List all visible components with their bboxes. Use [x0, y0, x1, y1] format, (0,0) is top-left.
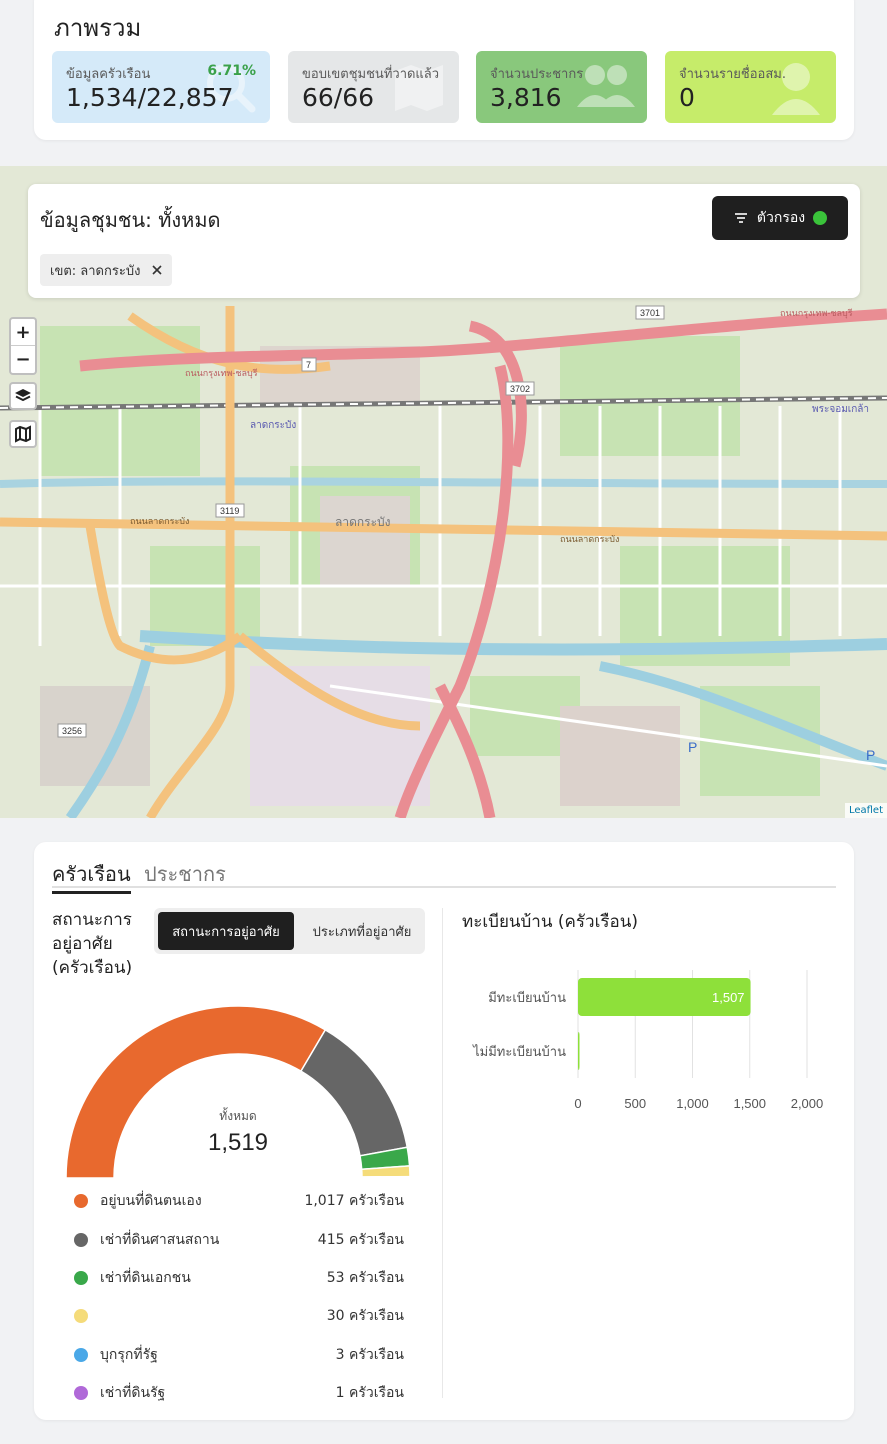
stat-percent: 6.71%	[207, 63, 256, 79]
map-label-station: ลาดกระบัง	[250, 420, 296, 431]
legend-dot	[74, 1347, 88, 1362]
map-ref-7: 7	[306, 360, 311, 370]
x-tick-label: 2,000	[791, 1096, 824, 1111]
close-icon[interactable]	[152, 265, 163, 275]
stat-label: ขอบเขตชุมชนที่วาดแล้ว	[302, 67, 440, 82]
map-ref-3119: 3119	[220, 506, 239, 516]
parking-marker: P	[688, 739, 697, 755]
zoom-in-button[interactable]: +	[11, 319, 35, 346]
map-style-button[interactable]	[9, 420, 37, 448]
legend-value: 53 ครัวเรือน	[326, 1269, 404, 1286]
parking-marker: P	[866, 747, 875, 763]
map-label-district: ลาดกระบัง	[335, 515, 391, 529]
households-card: ครัวเรือน ประชากร สถานะการอยู่อาศัย (ครั…	[34, 842, 854, 1420]
overview-card: ภาพรวม ข้อมูลครัวเรือน 6.71% 1,534/22,85…	[34, 0, 854, 140]
gauge-segment-0[interactable]	[65, 1005, 327, 1179]
legend-item[interactable]: เช่าที่ดินรัฐ 1 ครัวเรือน	[74, 1374, 404, 1412]
legend-label: เช่าที่ดินเอกชน	[100, 1269, 191, 1286]
house-registration-bar-chart: 0 500 1,000 1,500 2,000 มีทะเบียนบ้าน 1,507 ไม่…	[472, 970, 824, 1111]
tab-bar: ครัวเรือน ประชากร	[52, 858, 836, 894]
legend-item[interactable]: อยู่บนที่ดินตนเอง 1,017 ครัวเรือน	[74, 1182, 404, 1220]
community-info-panel: ข้อมูลชุมชน: ทั้งหมด ตัวกรอง เขต: ลาดกระ…	[28, 184, 860, 298]
users-icon	[577, 65, 635, 107]
stat-value: 0	[679, 83, 695, 112]
segment-residence-status[interactable]: สถานะการอยู่อาศัย	[158, 912, 294, 950]
residence-legend: อยู่บนที่ดินตนเอง 1,017 ครัวเรือนเช่าที่ด…	[74, 1182, 404, 1412]
residence-segmented-control: สถานะการอยู่อาศัย ประเภทที่อยู่อาศัย	[154, 908, 425, 954]
layers-icon	[15, 389, 31, 402]
map-label-motorway-right: ถนนกรุงเทพ-ชลบุรี	[780, 308, 853, 319]
filter-button-label: ตัวกรอง	[756, 210, 806, 226]
gauge-total-value: 1,519	[208, 1129, 268, 1156]
legend-item[interactable]: 30 ครัวเรือน	[74, 1297, 404, 1335]
zoom-out-button[interactable]: −	[11, 346, 35, 373]
community-title: ข้อมูลชุมชน: ทั้งหมด	[40, 208, 221, 232]
legend-dot	[74, 1309, 88, 1324]
legend-label: เช่าที่ดินรัฐ	[100, 1385, 166, 1402]
stat-label: จำนวนรายชื่ออสม.	[679, 67, 786, 82]
legend-label: เช่าที่ดินศาสนสถาน	[100, 1231, 220, 1248]
house-registration-title: ทะเบียนบ้าน (ครัวเรือน)	[462, 912, 638, 932]
stat-community-boundaries[interactable]: ขอบเขตชุมชนที่วาดแล้ว 66/66	[288, 51, 459, 123]
legend-dot	[74, 1386, 88, 1401]
residence-gauge-chart: ทั้งหมด 1,519	[65, 1005, 411, 1179]
legend-dot	[74, 1232, 88, 1247]
stat-value: 66/66	[302, 83, 375, 112]
tab-population[interactable]: ประชากร	[144, 858, 226, 890]
stat-label: ข้อมูลครัวเรือน	[66, 67, 151, 82]
map-label-station-right: พระจอมเกล้า	[812, 403, 869, 415]
tab-households[interactable]: ครัวเรือน	[52, 858, 131, 894]
legend-item[interactable]: เช่าที่ดินเอกชน 53 ครัวเรือน	[74, 1259, 404, 1297]
map-ref-3256: 3256	[62, 726, 82, 736]
overview-title: ภาพรวม	[54, 14, 142, 42]
legend-dot	[74, 1270, 88, 1285]
map-label-lat-krabang-road-right: ถนนลาดกระบัง	[560, 534, 619, 544]
legend-value: 30 ครัวเรือน	[326, 1308, 404, 1325]
bar-value-label: 1,507	[712, 990, 745, 1005]
stat-value: 3,816	[490, 83, 562, 112]
legend-label: บุกรุกที่รัฐ	[100, 1346, 158, 1363]
filter-active-indicator	[813, 211, 828, 225]
gauge-total-label: ทั้งหมด	[219, 1107, 256, 1123]
column-divider	[442, 908, 443, 1398]
chip-label: เขต: ลาดกระบัง	[50, 263, 141, 279]
legend-dot	[74, 1194, 88, 1209]
filter-icon	[734, 213, 747, 223]
stat-label: จำนวนประชากร	[490, 67, 584, 82]
map-label-lat-krabang-road: ถนนลาดกระบัง	[130, 516, 189, 526]
y-category-label: มีทะเบียนบ้าน	[488, 990, 566, 1005]
legend-label: อยู่บนที่ดินตนเอง	[100, 1193, 202, 1210]
x-tick-label: 1,000	[676, 1096, 709, 1111]
zoom-control[interactable]: + −	[9, 317, 37, 375]
stat-volunteers[interactable]: จำนวนรายชื่ออสม. 0	[665, 51, 836, 123]
stat-population[interactable]: จำนวนประชากร 3,816	[476, 51, 647, 123]
legend-value: 1 ครัวเรือน	[335, 1385, 404, 1402]
leaflet-attribution-link[interactable]: Leaflet	[844, 803, 887, 818]
legend-item[interactable]: เช่าที่ดินศาสนสถาน 415 ครัวเรือน	[74, 1220, 404, 1258]
map-ref-3702: 3702	[510, 384, 530, 394]
legend-item[interactable]: บุกรุกที่รัฐ 3 ครัวเรือน	[74, 1336, 404, 1374]
residence-status-title: สถานะการอยู่อาศัย (ครัวเรือน)	[52, 910, 133, 978]
legend-value: 1,017 ครัวเรือน	[304, 1193, 404, 1210]
gauge-segment-1[interactable]	[299, 1028, 409, 1157]
map-icon	[15, 425, 31, 443]
map-ref-3701: 3701	[640, 308, 660, 318]
filter-button[interactable]: ตัวกรอง	[712, 196, 848, 240]
stat-households[interactable]: ข้อมูลครัวเรือน 6.71% 1,534/22,857	[52, 51, 270, 123]
stat-value: 1,534/22,857	[66, 83, 234, 112]
bar-1[interactable]	[578, 1032, 580, 1070]
layers-button[interactable]	[9, 382, 37, 410]
map-label-motorway: ถนนกรุงเทพ-ชลบุรี	[185, 368, 258, 379]
segment-residence-type[interactable]: ประเภทที่อยู่อาศัย	[302, 912, 422, 950]
y-category-label: ไม่มีทะเบียนบ้าน	[472, 1044, 566, 1059]
legend-value: 415 ครัวเรือน	[317, 1231, 404, 1248]
district-filter-chip[interactable]: เขต: ลาดกระบัง	[40, 254, 173, 286]
legend-value: 3 ครัวเรือน	[335, 1346, 404, 1363]
x-tick-label: 0	[574, 1096, 581, 1111]
x-tick-label: 1,500	[733, 1096, 766, 1111]
x-tick-label: 500	[624, 1096, 646, 1111]
